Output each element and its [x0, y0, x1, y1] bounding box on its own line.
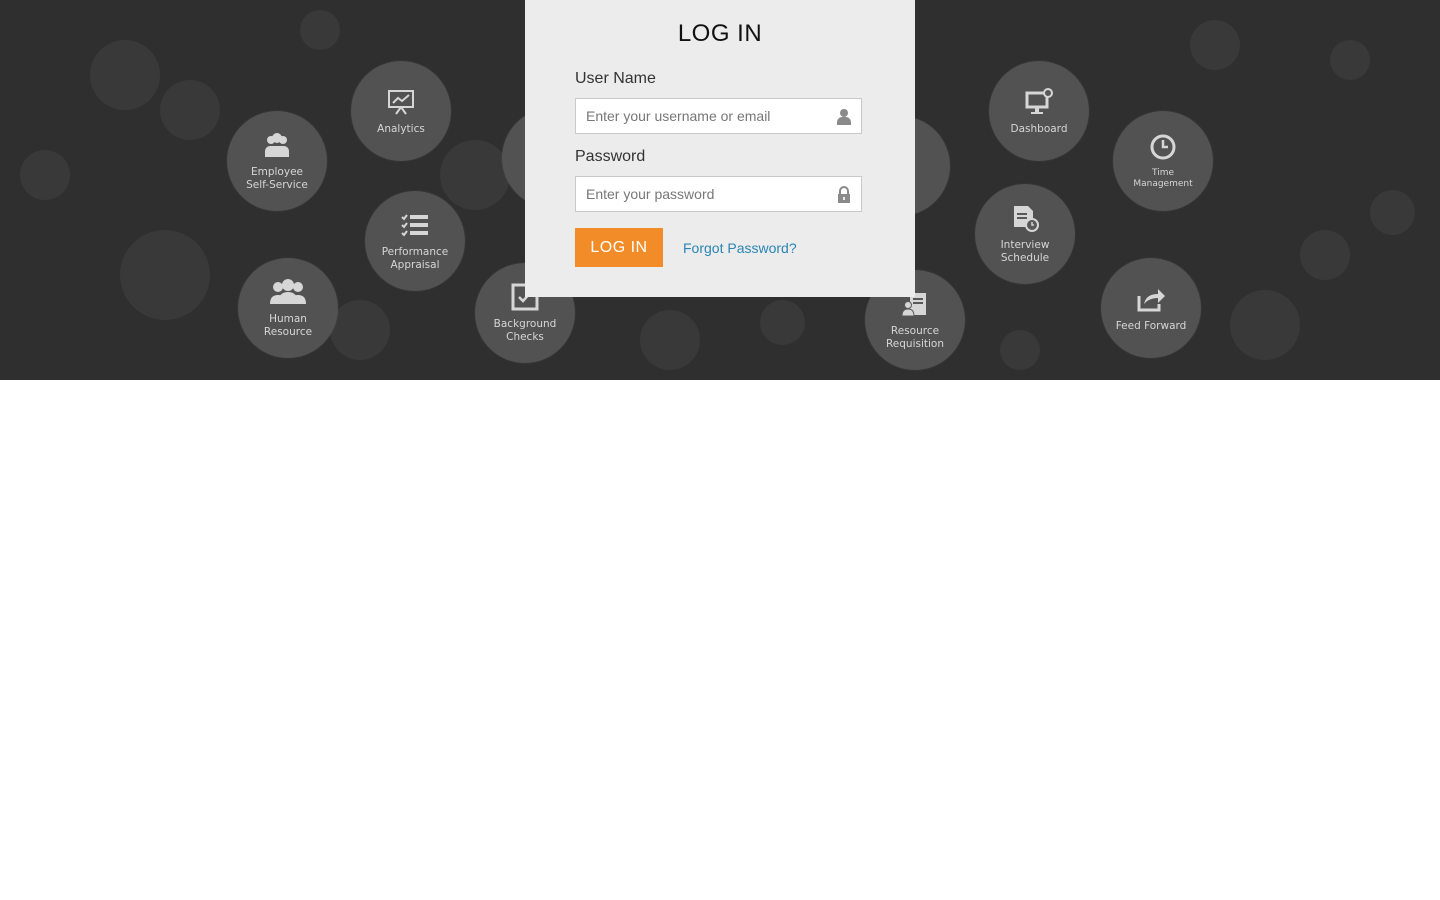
forgot-password-link[interactable]: Forgot Password? — [683, 240, 797, 256]
module-interview-schedule[interactable]: Interview Schedule — [975, 184, 1075, 284]
module-feed-forward[interactable]: Feed Forward — [1101, 258, 1201, 358]
module-label: Dashboard — [1010, 122, 1068, 135]
module-label: Performance Appraisal — [381, 246, 449, 271]
checklist-icon — [401, 214, 428, 237]
username-input[interactable] — [576, 99, 826, 133]
login-title: LOG IN — [677, 20, 763, 47]
monitor-settings-icon — [1025, 87, 1053, 114]
module-label: Time Management — [1133, 168, 1193, 189]
password-label: Password — [575, 148, 646, 165]
employees-icon — [265, 133, 289, 157]
password-input[interactable] — [576, 177, 826, 211]
module-label: Resource Requisition — [885, 325, 945, 350]
module-label: Background Checks — [493, 318, 557, 343]
module-human-resource[interactable]: Human Resource — [238, 258, 338, 358]
clock-icon — [1150, 134, 1176, 160]
module-label: Analytics — [377, 122, 425, 135]
login-panel: LOG IN User Name Password LOG IN Forgot … — [525, 0, 915, 297]
module-label: Human Resource — [263, 313, 313, 338]
module-label: Feed Forward — [1115, 319, 1187, 332]
module-time-management[interactable]: Time Management — [1113, 111, 1213, 211]
username-label: User Name — [575, 70, 656, 87]
login-button[interactable]: LOG IN — [575, 228, 663, 267]
share-forward-icon — [1137, 288, 1165, 311]
module-label: Employee Self-Service — [246, 166, 308, 191]
module-performance-appraisal[interactable]: Performance Appraisal — [365, 191, 465, 291]
module-employee-self-service[interactable]: Employee Self-Service — [227, 111, 327, 211]
document-clock-icon — [1014, 206, 1039, 232]
user-icon — [837, 109, 851, 125]
presentation-chart-icon — [388, 89, 414, 115]
people-group-icon — [270, 279, 306, 304]
module-analytics[interactable]: Analytics — [351, 61, 451, 161]
username-field[interactable] — [575, 98, 862, 134]
lock-icon — [838, 186, 850, 203]
password-field[interactable] — [575, 176, 862, 212]
module-dashboard[interactable]: Dashboard — [989, 61, 1089, 161]
module-label: Interview Schedule — [1000, 239, 1050, 264]
